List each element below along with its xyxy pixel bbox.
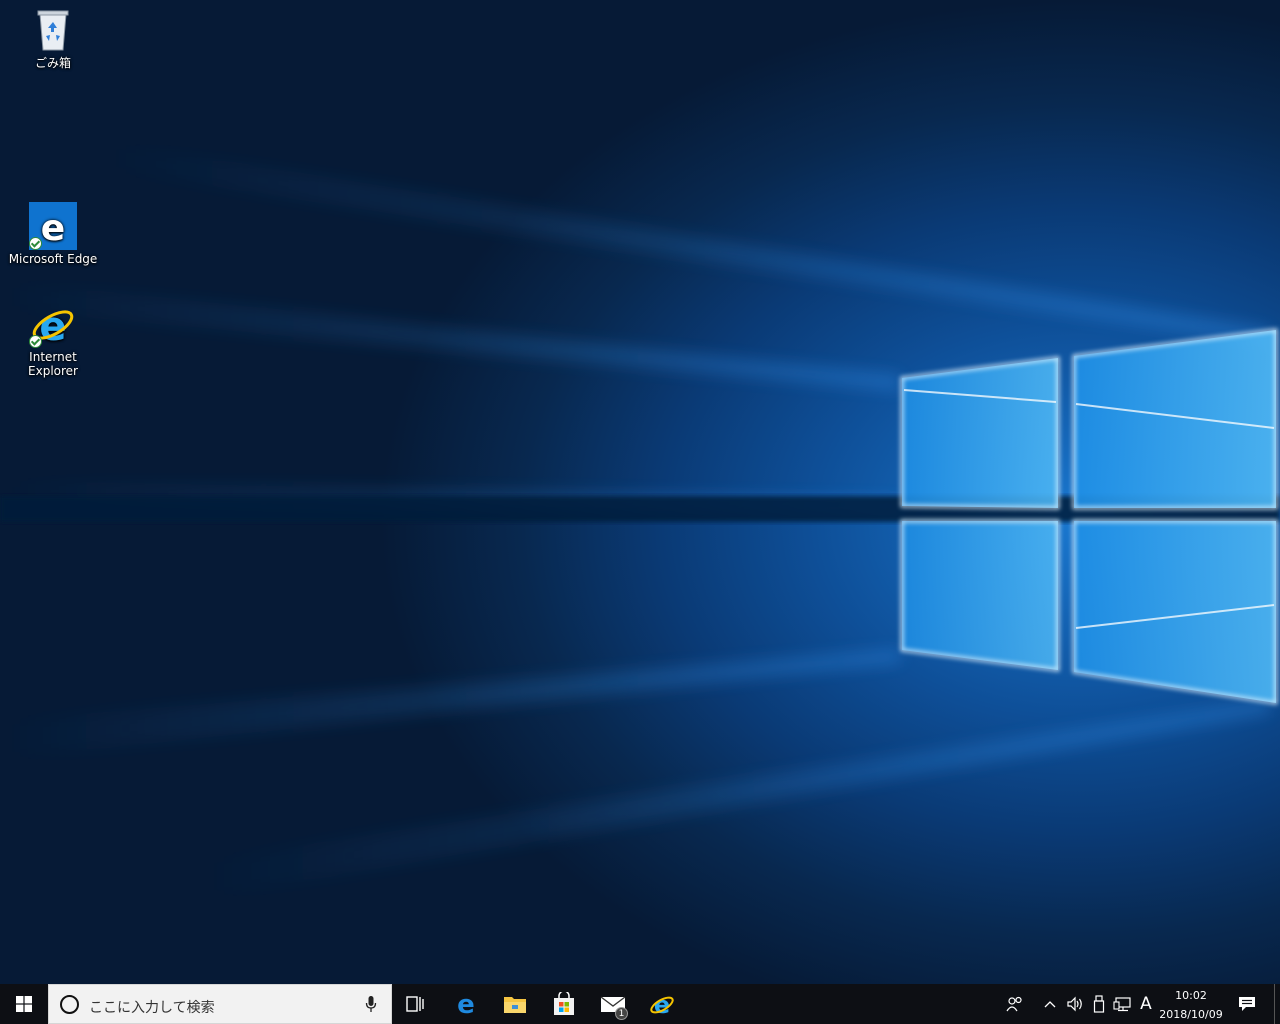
ime-mode-label: A [1140, 994, 1152, 1014]
clock[interactable]: 10:02 2018/10/09 [1158, 984, 1224, 1024]
action-center-button[interactable] [1235, 984, 1259, 1024]
ime-mode-button[interactable]: A [1134, 984, 1158, 1024]
task-view-button[interactable] [392, 984, 440, 1024]
search-box[interactable]: ここに入力して検索 [48, 984, 392, 1024]
desktop-icon-internet-explorer[interactable]: e Internet Explorer [5, 300, 101, 378]
recycle-bin-icon [29, 6, 77, 54]
desktop-icon-label: Internet Explorer [28, 350, 78, 378]
speaker-icon [1067, 996, 1082, 1012]
svg-text:e: e [457, 992, 475, 1016]
show-hidden-icons-button[interactable] [1038, 984, 1062, 1024]
desktop-icon-microsoft-edge[interactable]: e Microsoft Edge [5, 202, 101, 266]
edge-icon: e [457, 992, 475, 1016]
notification-icon [1239, 997, 1255, 1011]
windows-logo-icon [16, 996, 32, 1012]
microphone-icon[interactable] [365, 995, 377, 1013]
sync-check-icon [29, 335, 42, 348]
ie-icon: e [29, 300, 77, 350]
desktop-icon-recycle-bin[interactable]: ごみ箱 [5, 6, 101, 70]
usb-drive-icon [1093, 995, 1105, 1013]
edge-icon: e [29, 202, 77, 250]
ie-icon: e [650, 991, 674, 1017]
chevron-up-icon [1044, 1001, 1056, 1008]
desktop-icon-label: Microsoft Edge [8, 252, 98, 266]
usb-device-button[interactable] [1087, 984, 1111, 1024]
taskbar-app-store[interactable] [540, 984, 588, 1024]
desktop[interactable]: ごみ箱 e Microsoft Edge e Internet Explorer [0, 0, 1280, 984]
network-icon [1113, 997, 1131, 1012]
taskbar-app-edge[interactable]: e [442, 984, 490, 1024]
file-explorer-icon [504, 997, 526, 1013]
store-icon [554, 992, 574, 1015]
clock-time: 10:02 [1175, 989, 1207, 1002]
search-placeholder: ここに入力して検索 [89, 1000, 215, 1016]
mail-badge: 1 [615, 1007, 628, 1020]
sync-check-icon [29, 237, 42, 250]
clock-date: 2018/10/09 [1159, 1008, 1223, 1021]
taskbar: ここに入力して検索 e 1 e A 10:02 2018/10/09 [0, 984, 1280, 1024]
start-button[interactable] [0, 984, 48, 1024]
people-icon [1006, 996, 1022, 1012]
desktop-icon-label: ごみ箱 [34, 56, 71, 70]
taskbar-app-file-explorer[interactable] [491, 984, 539, 1024]
people-button[interactable] [1003, 984, 1027, 1024]
task-view-icon [406, 996, 424, 1012]
taskbar-app-ie[interactable]: e [638, 984, 686, 1024]
cortana-icon [60, 995, 79, 1014]
show-desktop-button[interactable] [1274, 984, 1280, 1024]
taskbar-app-mail[interactable]: 1 [589, 984, 637, 1024]
svg-text:e: e [41, 208, 65, 249]
network-button[interactable] [1111, 984, 1135, 1024]
volume-button[interactable] [1063, 984, 1087, 1024]
wallpaper [0, 140, 1280, 900]
